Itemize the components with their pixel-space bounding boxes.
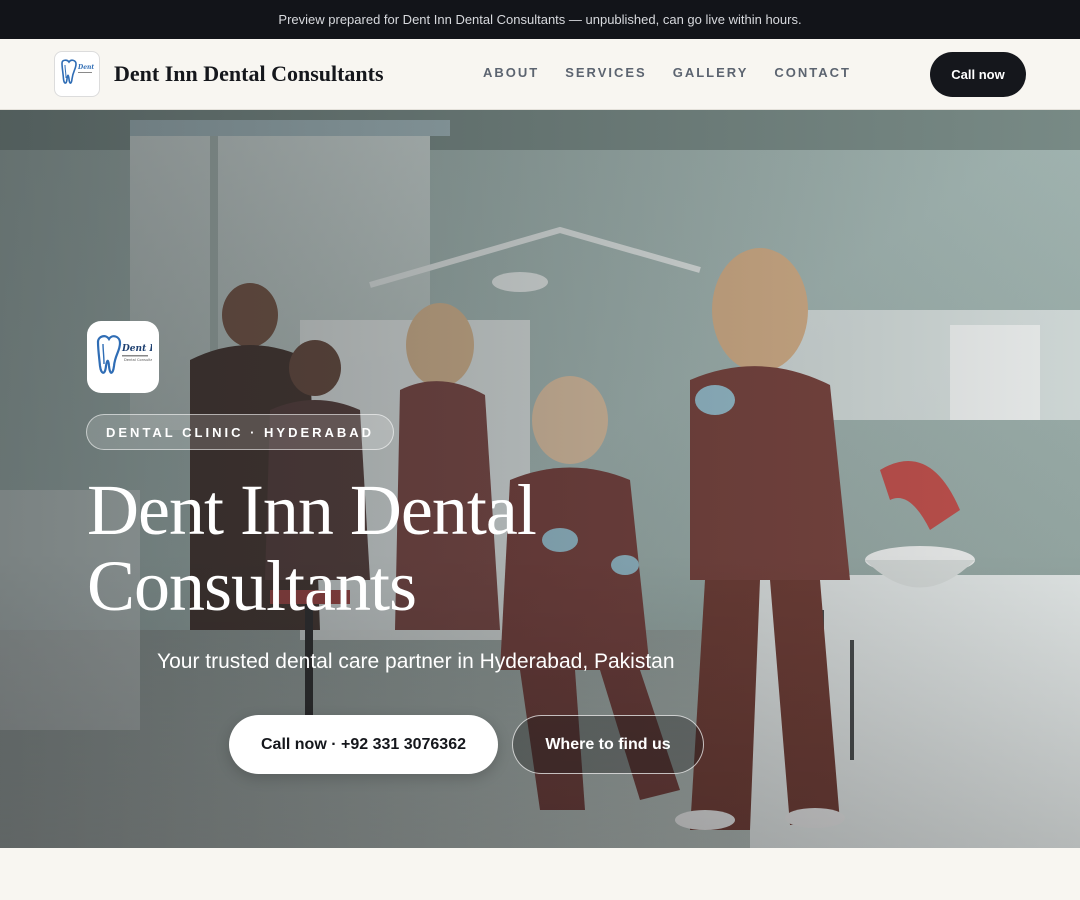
call-now-phone-button[interactable]: Call now · +92 331 3076362 — [229, 715, 498, 774]
tooth-logo-icon: Dent Inn Dental Consultants — [96, 335, 152, 374]
brand-logo[interactable]: Dent Inn — [54, 51, 100, 97]
next-section — [0, 848, 1080, 900]
preview-banner-text: Preview prepared for Dent Inn Dental Con… — [278, 12, 802, 27]
preview-banner: Preview prepared for Dent Inn Dental Con… — [0, 0, 1080, 39]
site-header: Dent Inn Dent Inn Dental Consultants ABO… — [0, 39, 1080, 110]
nav-about[interactable]: ABOUT — [483, 65, 539, 80]
hero-logo: Dent Inn Dental Consultants — [87, 321, 159, 393]
hero-title: Dent Inn Dental Consultants — [87, 470, 537, 626]
svg-text:Dent Inn: Dent Inn — [121, 344, 152, 354]
where-to-find-us-button[interactable]: Where to find us — [512, 715, 704, 774]
hero-badge: DENTAL CLINIC · HYDERABAD — [86, 414, 395, 450]
header-call-now-button[interactable]: Call now — [930, 52, 1026, 97]
nav-gallery[interactable]: GALLERY — [673, 65, 749, 80]
hero-subtitle: Your trusted dental care partner in Hyde… — [157, 650, 675, 673]
nav-contact[interactable]: CONTACT — [774, 65, 851, 80]
svg-text:Dent Inn: Dent Inn — [77, 64, 95, 71]
svg-text:Dental Consultants: Dental Consultants — [124, 358, 152, 362]
tooth-logo-icon: Dent Inn — [61, 59, 95, 84]
main-nav: ABOUT SERVICES GALLERY CONTACT — [483, 65, 877, 80]
nav-services[interactable]: SERVICES — [565, 65, 647, 80]
brand-name[interactable]: Dent Inn Dental Consultants — [114, 61, 384, 87]
hero-section: Dent Inn Dental Consultants DENTAL CLINI… — [0, 110, 1080, 848]
